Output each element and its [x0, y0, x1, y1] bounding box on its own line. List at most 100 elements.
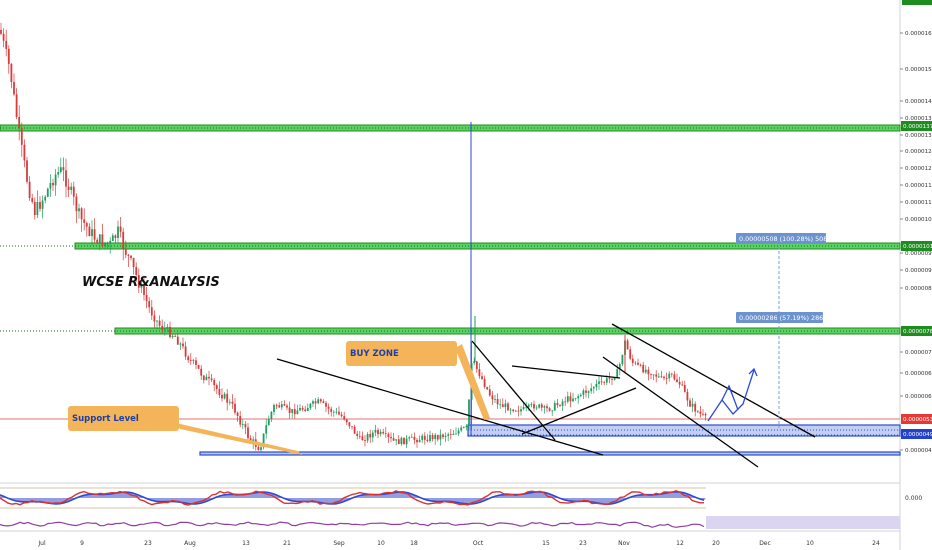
- candle-body: [514, 410, 517, 412]
- author-watermark: WCSE R&ANALYSIS: [82, 275, 220, 290]
- candle-body: [236, 412, 239, 416]
- candle-body: [314, 401, 317, 404]
- candle-body: [182, 343, 184, 347]
- candle-body: [57, 172, 60, 175]
- candle-body: [449, 434, 452, 436]
- candle-body: [340, 414, 343, 417]
- candle-body: [408, 437, 411, 439]
- candle-body: [548, 408, 551, 411]
- candle-body: [587, 391, 590, 393]
- candle-body: [52, 182, 54, 186]
- candle-body: [41, 200, 44, 209]
- candle-body: [631, 358, 634, 363]
- candle-body: [678, 382, 681, 385]
- support-level-label: Support Level: [72, 414, 139, 424]
- candle-body: [668, 373, 671, 379]
- candle-body: [171, 335, 174, 338]
- candle-body: [366, 434, 369, 441]
- candle-body: [533, 404, 535, 409]
- bottom-support-box[interactable]: [199, 451, 901, 456]
- candle-body: [639, 364, 642, 366]
- candle-body: [652, 374, 655, 376]
- time-tick-label: 9: [80, 540, 84, 547]
- candle-body: [559, 405, 561, 406]
- candle-body: [665, 378, 668, 379]
- candle-body: [205, 376, 208, 381]
- time-tick-label: 10: [377, 540, 385, 547]
- candle-body: [0, 30, 2, 34]
- candle-body: [166, 326, 169, 329]
- candle-body: [382, 431, 385, 434]
- candle-body: [520, 409, 522, 412]
- candle-body: [117, 226, 119, 238]
- candle-body: [572, 398, 574, 402]
- price-tick-label: 0.00000600: [905, 394, 932, 400]
- chart-canvas[interactable]: 0.00000508 (100.28%) 508 0.00000286 (57.…: [0, 0, 932, 550]
- candle-body: [452, 433, 455, 435]
- candle-body: [637, 362, 639, 365]
- candle-body: [338, 411, 340, 415]
- candle-body: [397, 439, 400, 445]
- price-tick-label: 0.00000840: [905, 286, 932, 292]
- candle-body: [434, 434, 437, 440]
- candle-body: [304, 409, 307, 412]
- candle-body: [364, 440, 366, 441]
- candle-body: [600, 381, 603, 383]
- candle-body: [88, 226, 91, 237]
- candle-body: [145, 294, 148, 302]
- time-tick-label: 24: [872, 540, 880, 547]
- candle-body: [122, 231, 125, 249]
- time-tick-label: Aug: [184, 540, 196, 547]
- time-tick-label: 15: [542, 540, 550, 547]
- candle-body: [374, 429, 377, 433]
- time-tick-label: Nov: [618, 540, 630, 547]
- candle-body: [429, 435, 431, 441]
- candle-body: [114, 235, 117, 238]
- candle-body: [46, 188, 49, 197]
- candle-body: [91, 229, 93, 237]
- time-tick-label: Dec: [759, 540, 771, 547]
- candle-body: [460, 427, 463, 431]
- time-tick-label: 23: [579, 540, 587, 547]
- candle-body: [148, 301, 151, 308]
- candle-body: [613, 378, 616, 380]
- candle-body: [65, 170, 67, 187]
- candle-body: [20, 128, 23, 145]
- candle-body: [187, 356, 190, 361]
- time-tick-label: 12: [676, 540, 684, 547]
- candle-body: [608, 378, 611, 380]
- candle-body: [660, 376, 663, 378]
- candle-body: [317, 399, 320, 404]
- candle-body: [348, 422, 351, 427]
- candle-body: [210, 378, 213, 380]
- candle-body: [322, 401, 325, 403]
- candle-body: [301, 408, 304, 410]
- candle-body: [127, 254, 130, 256]
- candle-body: [7, 48, 10, 64]
- candle-body: [699, 411, 702, 414]
- time-tick-label: 23: [144, 540, 152, 547]
- candle-body: [457, 430, 460, 434]
- candle-body: [455, 433, 457, 435]
- candle-body: [616, 369, 619, 379]
- candle-body: [413, 436, 416, 440]
- price-marker-label: 0.00000491: [903, 432, 932, 438]
- candle-body: [436, 434, 439, 440]
- candle-body: [657, 376, 660, 378]
- candle-body: [468, 399, 470, 426]
- candle-body: [153, 315, 156, 322]
- candle-body: [26, 160, 28, 182]
- candle-body: [306, 407, 309, 412]
- candle-body: [23, 144, 26, 161]
- candle-body: [494, 398, 496, 400]
- candle-body: [351, 426, 353, 428]
- candle-body: [44, 196, 47, 201]
- candle-body: [410, 436, 413, 438]
- candle-body: [286, 405, 288, 408]
- candle-body: [296, 410, 299, 415]
- candle-body: [478, 369, 481, 377]
- candle-body: [488, 389, 491, 396]
- candle-body: [582, 390, 585, 396]
- price-marker-label: 0.00001016: [903, 244, 932, 250]
- candle-body: [176, 336, 179, 345]
